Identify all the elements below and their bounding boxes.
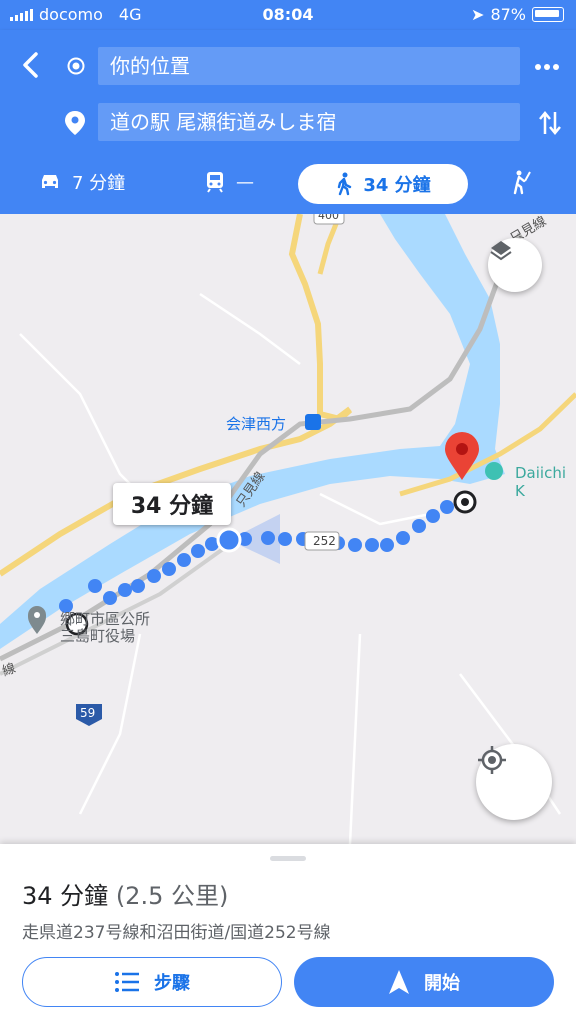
mode-ride[interactable] <box>510 162 540 202</box>
ride-icon <box>513 170 531 195</box>
route-via: 走県道237号線和沼田街道/国道252号線 <box>22 923 331 943</box>
start-button[interactable]: 開始 <box>294 957 554 1007</box>
mode-drive[interactable]: 7 分鐘 <box>38 162 148 202</box>
steps-button[interactable]: 步驟 <box>22 957 282 1007</box>
destination-pin-icon <box>65 111 85 135</box>
station-icon <box>305 414 321 430</box>
battery-percent: 87% <box>490 5 526 24</box>
car-icon <box>42 175 58 188</box>
route-summary-title: 34 分鐘 (2.5 公里) <box>22 876 228 911</box>
train-icon <box>207 172 223 193</box>
route-summary-sheet[interactable]: 34 分鐘 (2.5 公里) 走県道237号線和沼田街道/国道252号線 步驟 … <box>0 844 576 1024</box>
more-options-icon[interactable] <box>532 52 562 82</box>
route-time: 34 分鐘 <box>22 882 109 910</box>
current-location-dot <box>216 527 242 553</box>
directions-header: 你的位置 道の駅 尾瀬街道みしま宿 7 分鐘 — 34 分鐘 <box>0 30 576 214</box>
drag-handle[interactable] <box>270 856 306 861</box>
map-view[interactable]: 252 400 59 会津西方 Daiichi K 郷町市區公所 三島町役場 只… <box>0 214 576 844</box>
poi-label[interactable]: Daiichi K <box>515 464 576 500</box>
mode-walk-label: 34 分鐘 <box>363 175 431 196</box>
mode-drive-label: 7 分鐘 <box>72 173 126 194</box>
origin-circle-icon <box>67 57 85 75</box>
my-location-button[interactable] <box>476 744 552 820</box>
location-arrow-icon: ➤ <box>471 5 485 24</box>
back-arrow-icon[interactable] <box>16 50 46 80</box>
list-icon <box>115 972 139 992</box>
crosshair-icon <box>478 746 506 774</box>
highway-yellow-2 <box>288 214 353 423</box>
navigation-arrow-icon <box>389 970 409 994</box>
walk-icon <box>338 172 352 196</box>
road-252-label: 252 <box>313 534 336 548</box>
office-label-2[interactable]: 三島町役場 <box>60 625 135 646</box>
mode-transit[interactable]: — <box>204 162 274 202</box>
destination-input[interactable]: 道の駅 尾瀬街道みしま宿 <box>98 103 520 141</box>
travel-modes: 7 分鐘 — 34 分鐘 <box>0 162 576 206</box>
swap-icon[interactable] <box>538 108 562 138</box>
start-label: 開始 <box>424 973 460 994</box>
route-time-callout[interactable]: 34 分鐘 <box>113 483 231 525</box>
mode-transit-label: — <box>236 171 254 193</box>
status-bar: docomo 4G 08:04 ➤ 87% <box>0 0 576 30</box>
mode-walk[interactable]: 34 分鐘 <box>298 164 468 204</box>
layers-icon <box>490 241 512 261</box>
route-distance: (2.5 公里) <box>115 882 229 910</box>
road-59-label: 59 <box>80 706 96 720</box>
station-label[interactable]: 会津西方 <box>226 413 286 434</box>
battery-icon <box>532 7 564 22</box>
origin-input[interactable]: 你的位置 <box>98 47 520 85</box>
office-poi-icon <box>28 606 46 634</box>
poi-icon <box>485 462 503 480</box>
road-400-label: 400 <box>318 214 339 222</box>
layers-button[interactable] <box>488 238 542 292</box>
steps-label: 步驟 <box>154 973 190 994</box>
